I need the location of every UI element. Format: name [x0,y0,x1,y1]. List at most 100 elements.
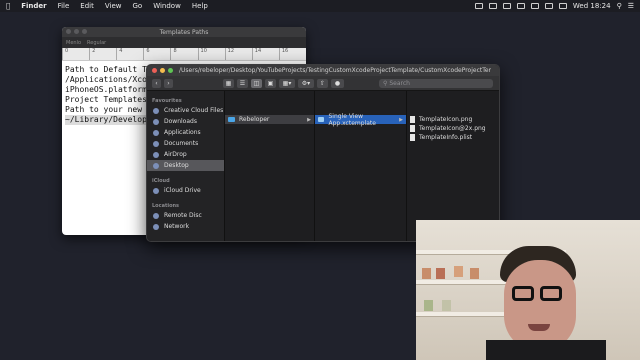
item-label: TemplateInfo.plist [419,134,473,141]
item-label: Single View App.xctemplate [328,112,376,127]
zoom-button[interactable] [82,29,87,34]
bluetooth-icon[interactable] [516,3,525,9]
list-item[interactable]: TemplateInfo.plist [407,133,499,142]
textedit-titlebar[interactable]: Templates Paths [62,27,306,37]
action-gear-icon[interactable]: ⚙▾ [298,78,314,88]
folder-icon [228,117,235,122]
menu-app-name[interactable]: Finder [21,2,46,10]
font-family-select[interactable]: Menlo [66,40,81,46]
menu-file[interactable]: File [58,2,70,10]
finder-column-3: TemplateIcon.png TemplateIcon@2x.png Tem… [407,91,499,241]
ruler-mark: 4 [116,48,143,60]
creative-cloud-icon [153,107,159,114]
ruler-mark: 6 [143,48,170,60]
sidebar-section-icloud: iCloud [152,178,170,184]
minimize-button[interactable] [160,68,165,73]
list-item[interactable]: TemplateIcon.png [407,115,499,124]
list-item[interactable]: Rebeloper ▶ [225,115,314,124]
finder-toolbar: ‹ › ▦ ☰ ◫ ▣ ▦▾ ⚙▾ ⇧ ● ⚲ Search [147,76,499,91]
sidebar-item-label: Applications [164,129,201,136]
sidebar-item-icloud-drive[interactable]: iCloud Drive [147,185,224,196]
applications-icon [153,129,159,136]
battery-icon[interactable] [558,3,567,9]
textedit-title: Templates Paths [159,28,209,36]
finder-sidebar: Favourites Creative Cloud Files Download… [147,91,225,241]
menu-clock[interactable]: Wed 18:24 [573,2,611,10]
person-face [504,260,576,352]
sidebar-item-remote-disc[interactable]: Remote Disc [147,210,224,221]
forward-button[interactable]: › [164,78,173,88]
share-icon[interactable]: ⇧ [317,78,328,88]
minimize-button[interactable] [74,29,79,34]
back-button[interactable]: ‹ [152,78,161,88]
list-item[interactable]: TemplateIcon@2x.png [407,124,499,133]
sidebar-item-label: Network [164,223,190,230]
textedit-ruler: 0 2 4 6 8 10 12 14 16 [62,48,306,61]
extension-icon[interactable] [502,3,511,9]
notification-center-icon[interactable]: ☰ [628,2,634,10]
icon-view-button[interactable]: ▦ [223,78,234,88]
sidebar-item-label: Documents [164,140,199,147]
downloads-icon [153,118,159,125]
glasses-right [540,286,562,301]
sidebar-item-downloads[interactable]: Downloads [147,116,224,127]
png-file-icon [410,116,415,123]
menu-go[interactable]: Go [132,2,142,10]
chevron-right-icon: ▶ [399,116,403,123]
wifi-icon[interactable] [530,3,539,9]
sidebar-item-desktop[interactable]: Desktop [147,160,224,171]
person-shirt [486,340,606,360]
ruler-mark: 14 [251,48,279,60]
decor-house [424,300,433,311]
decor-house [436,268,445,279]
menu-help[interactable]: Help [192,2,208,10]
ruler-mark: 12 [224,48,252,60]
finder-window: /Users/rebeloper/Desktop/YouTubeProjects… [146,64,500,242]
apple-icon[interactable]:  [6,2,10,10]
folder-icon [318,117,325,122]
menu-edit[interactable]: Edit [80,2,94,10]
sidebar-section-favourites: Favourites [152,98,182,104]
remote-disc-icon [153,212,159,219]
sidebar-item-label: Desktop [164,162,189,169]
group-button[interactable]: ▦▾ [279,78,295,88]
close-button[interactable] [152,68,157,73]
sidebar-item-label: AirDrop [164,151,187,158]
list-view-button[interactable]: ☰ [237,78,248,88]
search-input[interactable]: ⚲ Search [379,78,493,88]
zoom-button[interactable] [168,68,173,73]
finder-column-1: Rebeloper ▶ [225,91,315,241]
display-icon[interactable] [488,3,497,9]
finder-titlebar[interactable]: /Users/rebeloper/Desktop/YouTubeProjects… [147,65,499,76]
volume-icon[interactable] [544,3,553,9]
sidebar-item-creative-cloud[interactable]: Creative Cloud Files [147,105,224,116]
sidebar-item-airdrop[interactable]: AirDrop [147,149,224,160]
font-style-select[interactable]: Regular [87,40,106,46]
search-placeholder: Search [389,79,410,87]
spotlight-icon[interactable]: ⚲ [617,2,622,10]
sidebar-item-documents[interactable]: Documents [147,138,224,149]
ruler-mark: 10 [197,48,225,60]
list-item[interactable]: Single View App.xctemplate ▶ [315,112,406,127]
desktop-icon [153,162,159,169]
close-button[interactable] [66,29,71,34]
ruler-mark: 0 [62,48,89,60]
decor-house [454,266,463,277]
decor-house [422,268,431,279]
gallery-view-button[interactable]: ▣ [265,78,276,88]
sidebar-item-applications[interactable]: Applications [147,127,224,138]
menu-window[interactable]: Window [153,2,181,10]
finder-column-2: Single View App.xctemplate ▶ [315,91,407,241]
finder-path: /Users/rebeloper/Desktop/YouTubeProjects… [179,67,491,74]
menu-view[interactable]: View [105,2,122,10]
chevron-right-icon: ▶ [307,116,311,123]
screen-record-icon[interactable] [474,3,483,9]
item-label: TemplateIcon.png [419,116,473,123]
sidebar-item-label: Creative Cloud Files [164,107,224,114]
decor-house [470,268,479,279]
tags-icon[interactable]: ● [331,78,344,88]
item-label: TemplateIcon@2x.png [419,125,486,132]
item-label: Rebeloper [239,116,270,123]
sidebar-item-network[interactable]: Network [147,221,224,232]
column-view-button[interactable]: ◫ [251,78,262,88]
